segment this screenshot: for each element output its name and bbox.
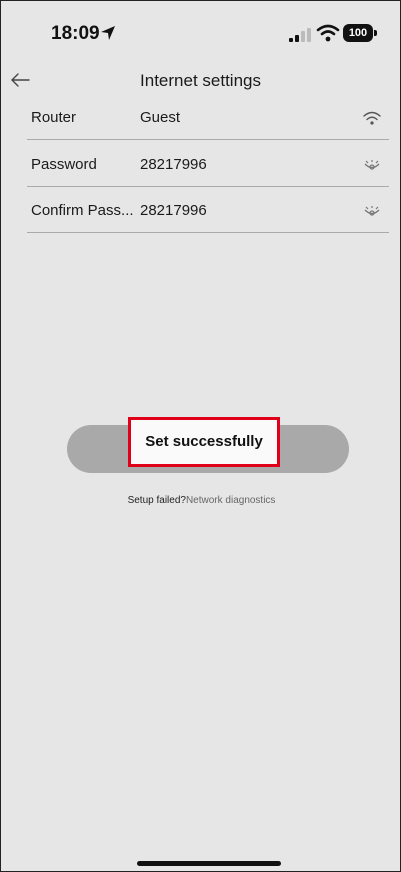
eye-closed-icon[interactable] [363,202,381,220]
password-input[interactable]: 28217996 [140,156,207,173]
status-bar: 18:09 100 [1,1,400,71]
confirm-password-input[interactable]: 28217996 [140,202,207,219]
router-label: Router [31,109,77,126]
router-value: Guest [140,109,181,126]
diagnostics-text: Setup failed?Network diagnostics [1,495,400,506]
network-diagnostics-link[interactable]: Network diagnostics [186,495,275,506]
status-time: 18:09 [51,23,100,44]
wifi-icon[interactable] [363,109,381,127]
confirm-password-label: Confirm Pass... [31,202,134,219]
battery-icon: 100 [343,24,373,42]
page-title: Internet settings [140,71,261,90]
password-row[interactable]: Password 28217996 [27,146,389,187]
router-row[interactable]: Router Guest [27,99,389,140]
phone-screen: 18:09 100 Internet settings Router Guest [0,0,401,872]
home-indicator[interactable] [137,861,281,866]
battery-tip [374,30,377,36]
password-label: Password [31,156,97,173]
confirm-password-row[interactable]: Confirm Pass... 28217996 [27,192,389,233]
setup-failed-label: Setup failed? [127,495,186,506]
wifi-icon [316,24,340,42]
success-toast: Set successfully [128,417,280,467]
signal-icon [289,28,311,42]
header: Internet settings [1,63,400,99]
eye-closed-icon[interactable] [363,156,381,174]
location-arrow-icon [101,26,115,40]
